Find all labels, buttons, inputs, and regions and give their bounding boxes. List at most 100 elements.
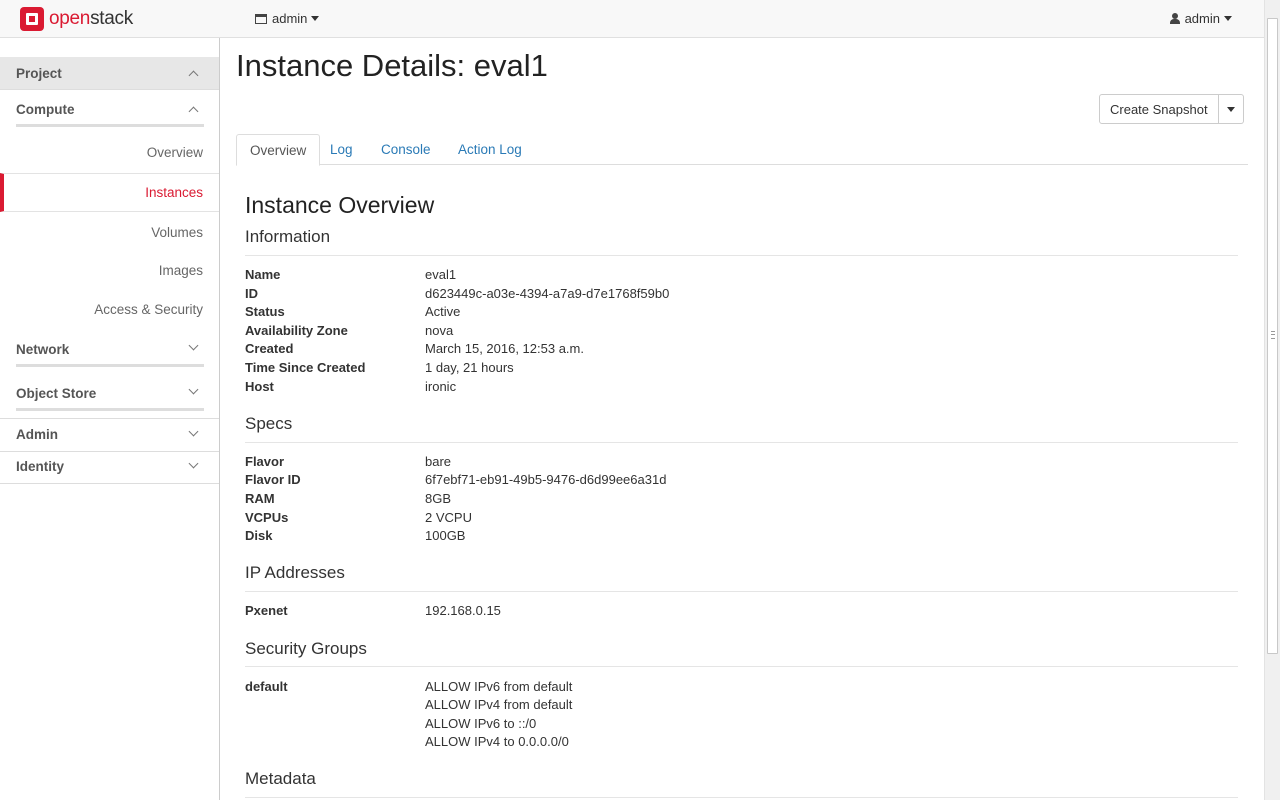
openstack-logo[interactable]: openstack	[20, 6, 133, 32]
security-rule: ALLOW IPv4 to 0.0.0.0/0	[425, 734, 569, 749]
info-value-created: March 15, 2016, 12:53 a.m.	[425, 341, 584, 356]
spec-label-flavor-id: Flavor ID	[245, 472, 301, 487]
openstack-logo-icon	[20, 7, 44, 31]
sidebar-section-admin-label: Admin	[16, 427, 58, 442]
sidebar-group-network[interactable]: Network	[0, 336, 219, 366]
sidebar-divider	[16, 364, 204, 367]
chevron-down-icon	[188, 384, 199, 395]
section-information-heading: Information	[245, 227, 331, 246]
sidebar-section-project-label: Project	[16, 66, 62, 81]
chevron-down-icon	[188, 340, 199, 351]
project-selector[interactable]: admin	[255, 11, 320, 26]
ip-value-address: 192.168.0.15	[425, 603, 501, 618]
sidebar-item-volumes[interactable]: Volumes	[0, 218, 219, 248]
sidebar-section-project[interactable]: Project	[0, 57, 219, 90]
caret-down-icon	[1224, 16, 1232, 21]
chevron-down-icon	[188, 458, 199, 469]
spec-label-disk: Disk	[245, 528, 273, 543]
chevron-up-icon	[188, 106, 199, 117]
section-divider	[245, 591, 1238, 592]
sidebar-group-network-label: Network	[16, 342, 70, 357]
spec-value-flavor: bare	[425, 454, 452, 469]
spec-label-ram: RAM	[245, 491, 275, 506]
scrollbar-grip-icon	[1271, 331, 1275, 339]
info-label-time-since-created: Time Since Created	[245, 360, 366, 375]
security-group-name: default	[245, 679, 288, 694]
info-value-name: eval1	[425, 267, 457, 282]
security-rule: ALLOW IPv6 to ::/0	[425, 716, 537, 731]
sidebar-divider	[0, 483, 219, 484]
sidebar-group-object-store[interactable]: Object Store	[0, 380, 219, 410]
info-value-id: d623449c-a03e-4394-a7a9-d7e1768f59b0	[425, 286, 670, 301]
tab-console[interactable]: Console	[381, 134, 431, 165]
actions-dropdown-toggle[interactable]	[1218, 94, 1244, 124]
spec-label-vcpus: VCPUs	[245, 510, 289, 525]
brand-name-part1: open	[49, 8, 91, 29]
section-divider	[245, 797, 1238, 798]
sidebar-item-label: Instances	[145, 185, 203, 200]
caret-down-icon	[311, 16, 320, 21]
tab-overview[interactable]: Overview	[236, 134, 321, 166]
info-label-created: Created	[245, 341, 294, 356]
section-specs-heading: Specs	[245, 414, 293, 433]
tab-bar: Overview Log Console Action Log	[236, 134, 1248, 166]
info-value-host: ironic	[425, 379, 457, 394]
section-ip-addresses-heading: IP Addresses	[245, 563, 345, 582]
sidebar-item-access-security[interactable]: Access & Security	[0, 295, 219, 325]
sidebar-item-label: Overview	[146, 145, 203, 160]
user-menu-label: admin	[1184, 11, 1220, 26]
project-icon	[255, 13, 267, 24]
chevron-down-icon	[188, 426, 199, 437]
info-value-time-since-created: 1 day, 21 hours	[425, 360, 514, 375]
tab-log[interactable]: Log	[330, 134, 353, 165]
chevron-up-icon	[188, 70, 199, 81]
sidebar-item-label: Images	[158, 263, 203, 278]
caret-down-icon	[1226, 106, 1235, 112]
page-title: Instance Details: eval1	[236, 48, 548, 83]
tab-action-log[interactable]: Action Log	[458, 134, 522, 165]
sidebar-item-images[interactable]: Images	[0, 257, 219, 287]
sidebar-group-compute-label: Compute	[16, 102, 75, 117]
info-value-status: Active	[425, 304, 461, 319]
spec-label-flavor: Flavor	[245, 454, 285, 469]
info-label-id: ID	[245, 286, 258, 301]
snapshot-button-group: Create Snapshot	[1099, 94, 1244, 124]
sidebar-item-instances[interactable]: Instances	[0, 173, 219, 212]
user-icon	[1169, 13, 1180, 24]
vertical-scrollbar[interactable]	[1264, 0, 1280, 800]
spec-value-disk: 100GB	[425, 528, 466, 543]
sidebar-divider	[16, 408, 204, 411]
instance-overview-title: Instance Overview	[245, 192, 435, 218]
ip-label-network: Pxenet	[245, 603, 288, 618]
create-snapshot-button[interactable]: Create Snapshot	[1099, 94, 1219, 124]
sidebar: Project Compute Overview Instances Volum…	[0, 38, 220, 800]
section-divider	[245, 442, 1238, 443]
security-rule: ALLOW IPv4 from default	[425, 697, 573, 712]
user-menu[interactable]: admin	[1169, 11, 1232, 26]
info-value-availability-zone: nova	[425, 323, 454, 338]
brand-name-part2: stack	[90, 8, 133, 29]
sidebar-item-overview[interactable]: Overview	[0, 138, 219, 168]
spec-value-vcpus: 2 VCPU	[425, 510, 472, 525]
spec-value-ram: 8GB	[425, 491, 452, 506]
info-label-host: Host	[245, 379, 274, 394]
sidebar-group-compute[interactable]: Compute	[0, 94, 219, 128]
security-rule: ALLOW IPv6 from default	[425, 679, 573, 694]
sidebar-divider	[16, 124, 204, 127]
spec-value-flavor-id: 6f7ebf71-eb91-49b5-9476-d6d99ee6a31d	[425, 472, 667, 487]
info-label-availability-zone: Availability Zone	[245, 323, 348, 338]
sidebar-section-admin[interactable]: Admin	[0, 419, 219, 451]
info-label-name: Name	[245, 267, 281, 282]
top-navbar: openstack admin admin	[0, 0, 1264, 38]
section-security-groups-heading: Security Groups	[245, 639, 367, 658]
brand-name: openstack	[49, 8, 133, 30]
section-divider	[245, 255, 1238, 256]
scrollbar-thumb[interactable]	[1267, 18, 1278, 654]
sidebar-item-label: Access & Security	[94, 302, 203, 317]
sidebar-item-label: Volumes	[151, 225, 203, 240]
sidebar-section-identity[interactable]: Identity	[0, 452, 219, 483]
section-metadata-heading: Metadata	[245, 769, 316, 788]
sidebar-section-identity-label: Identity	[16, 459, 65, 474]
sidebar-group-object-store-label: Object Store	[16, 386, 97, 401]
info-label-status: Status	[245, 304, 285, 319]
